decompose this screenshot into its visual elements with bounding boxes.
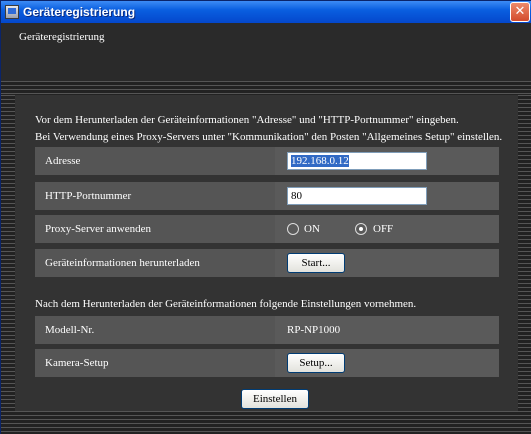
- address-label: Adresse: [45, 155, 81, 167]
- close-icon[interactable]: ✕: [510, 2, 530, 22]
- model-label: Modell-Nr.: [45, 324, 95, 336]
- proxy-on-radio[interactable]: [287, 223, 299, 235]
- row-proxy: Proxy-Server anwenden ON OFF: [35, 215, 499, 243]
- address-value: 192.168.0.12: [291, 155, 349, 167]
- row-address: Adresse 192.168.0.12: [35, 147, 499, 175]
- http-port-cell: 80: [275, 182, 499, 210]
- http-port-label: HTTP-Portnummer: [45, 190, 132, 202]
- device-registration-window: Geräteregistrierung ✕ Geräteregistrierun…: [0, 0, 531, 434]
- decorative-stripes-left: [1, 95, 15, 411]
- proxy-off-radio[interactable]: [355, 223, 367, 235]
- intro-line-1: Vor dem Herunterladen der Geräteinformat…: [35, 114, 459, 126]
- row-model: Modell-Nr. RP-NP1000: [35, 316, 499, 344]
- camera-setup-label: Kamera-Setup: [45, 357, 109, 369]
- start-button[interactable]: Start...: [287, 253, 345, 273]
- after-download-note: Nach dem Herunterladen der Geräteinforma…: [35, 298, 417, 310]
- app-icon: [5, 5, 19, 19]
- download-cell: Start...: [275, 249, 499, 277]
- row-http-port: HTTP-Portnummer 80: [35, 182, 499, 210]
- row-download: Geräteinformationen herunterladen Start.…: [35, 249, 499, 277]
- model-value: RP-NP1000: [287, 324, 341, 336]
- intro-line-2: Bei Verwendung eines Proxy-Servers unter…: [35, 131, 503, 143]
- page-title: Geräteregistrierung: [19, 31, 105, 43]
- title-bar[interactable]: Geräteregistrierung ✕: [1, 1, 531, 23]
- decorative-stripes-right: [518, 95, 531, 411]
- apply-button[interactable]: Einstellen: [241, 389, 309, 409]
- download-label: Geräteinformationen herunterladen: [45, 257, 200, 269]
- proxy-label: Proxy-Server anwenden: [45, 223, 151, 235]
- decorative-stripes-bottom: [1, 411, 531, 434]
- model-cell: RP-NP1000: [275, 316, 499, 344]
- window-title: Geräteregistrierung: [23, 5, 136, 19]
- address-input[interactable]: 192.168.0.12: [287, 152, 427, 170]
- decorative-stripes-top: [1, 81, 531, 95]
- address-cell: 192.168.0.12: [275, 147, 499, 175]
- http-port-input[interactable]: 80: [287, 187, 427, 205]
- setup-button[interactable]: Setup...: [287, 353, 345, 373]
- proxy-cell: ON OFF: [275, 215, 499, 243]
- camera-setup-cell: Setup...: [275, 349, 499, 377]
- row-camera-setup: Kamera-Setup Setup...: [35, 349, 499, 377]
- proxy-off-label[interactable]: OFF: [373, 223, 393, 235]
- proxy-on-label[interactable]: ON: [304, 223, 320, 235]
